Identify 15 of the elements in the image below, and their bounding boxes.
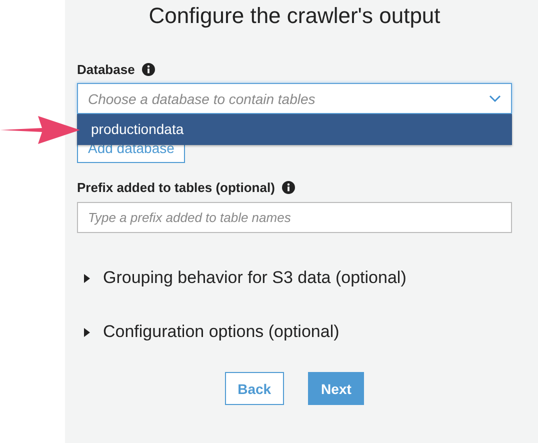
info-icon (282, 181, 295, 194)
field-label: Database (77, 62, 135, 77)
info-icon (142, 63, 155, 76)
caret-icon (83, 328, 91, 336)
next-button[interactable]: Next (308, 372, 364, 405)
dropdown-option[interactable]: productiondata (77, 114, 512, 145)
expandable-section[interactable]: Configuration options (optional) (77, 322, 512, 342)
field-label: Prefix added to tables (optional) (77, 180, 275, 195)
database-select[interactable]: Choose a database to contain tables (77, 83, 512, 114)
chevron-icon (489, 94, 501, 102)
prefix-field[interactable]: Type a prefix added to table names (77, 202, 512, 233)
caret-icon (83, 274, 91, 282)
back-button[interactable]: Back (224, 372, 284, 405)
page-title: Configure the crawler's output (148, 2, 442, 29)
expandable-section[interactable]: Grouping behavior for S3 data (optional) (77, 268, 512, 288)
